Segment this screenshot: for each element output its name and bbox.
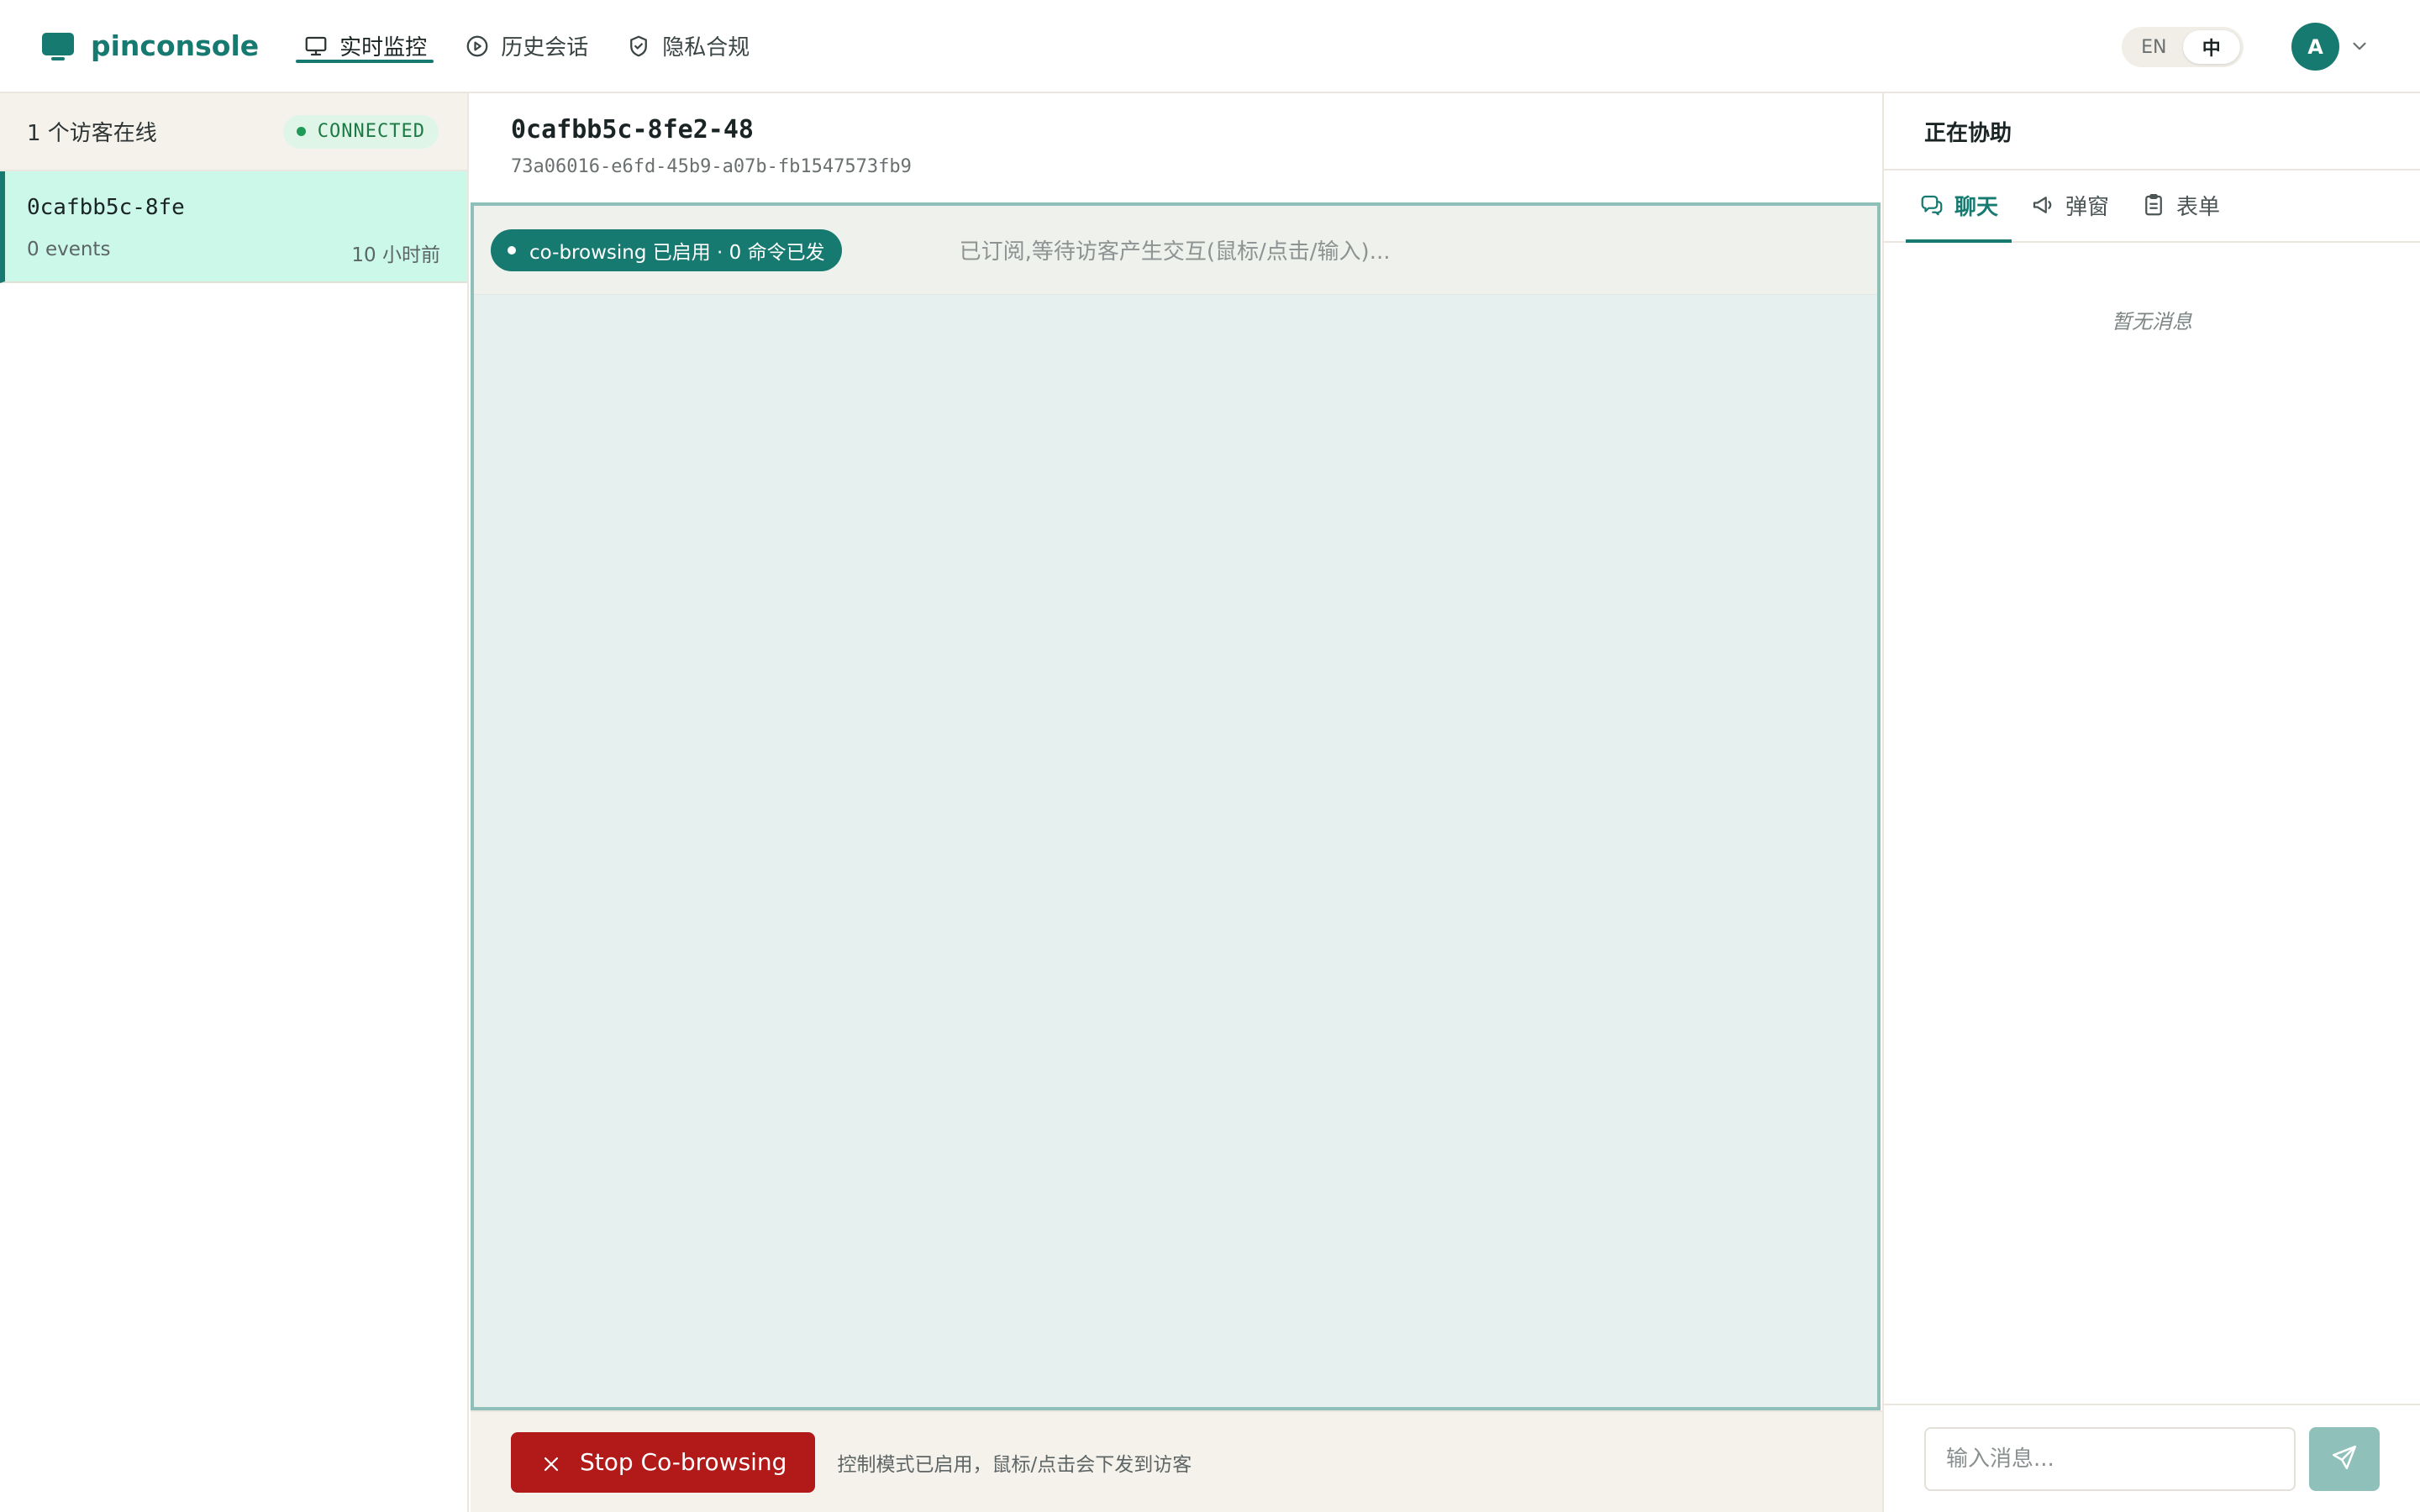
status-dot-icon: [296, 127, 306, 136]
tab-form[interactable]: 表单: [2128, 169, 2233, 241]
replay-viewport[interactable]: co-browsing 已启用 · 0 命令已发 已订阅,等待访客产生交互(鼠标…: [471, 202, 1881, 1410]
brand-name: pinconsole: [91, 29, 260, 62]
stop-cobrowsing-label: Stop Co-browsing: [580, 1448, 787, 1476]
chevron-down-icon[interactable]: [2349, 35, 2370, 57]
viewer-status-text: 已订阅,等待访客产生交互(鼠标/点击/输入)...: [959, 239, 1391, 265]
monitor-icon: [302, 33, 329, 60]
visitor-meta: 0 events 10 小时前: [27, 239, 440, 267]
connection-status-text: CONNECTED: [317, 121, 425, 142]
nav-item-label: 历史会话: [501, 35, 589, 60]
top-bar: pinconsole 实时监控 历史会话 隐私合规 EN 中 A: [0, 0, 2420, 93]
visitor-list-header: 1 个访客在线 CONNECTED: [0, 93, 467, 171]
megaphone-icon: [2030, 192, 2055, 218]
session-header: 0cafbb5c-8fe2-48 73a06016-e6fd-45b9-a07b…: [471, 93, 1882, 202]
tab-label: 表单: [2176, 194, 2221, 220]
chat-bubbles-icon: [1919, 192, 1944, 218]
nav-item-label: 隐私合规: [662, 35, 750, 60]
main-nav: 实时监控 历史会话 隐私合规: [296, 0, 786, 92]
chat-input-row: [1884, 1404, 2420, 1512]
lang-zh-button[interactable]: 中: [2182, 30, 2240, 64]
avatar[interactable]: A: [2291, 23, 2339, 71]
visitor-time: 10 小时前: [351, 244, 440, 266]
nav-item-privacy[interactable]: 隐私合规: [625, 0, 750, 92]
close-icon: [541, 1452, 561, 1473]
visitor-count: 1 个访客在线: [27, 121, 157, 146]
connection-status-badge: CONNECTED: [282, 114, 439, 149]
send-icon: [2330, 1443, 2359, 1475]
assist-tabs: 聊天 弹窗 表单: [1884, 171, 2420, 243]
stop-cobrowsing-button[interactable]: Stop Co-browsing: [511, 1431, 816, 1493]
viewer-status-bar: co-browsing 已启用 · 0 命令已发 已订阅,等待访客产生交互(鼠标…: [474, 206, 1877, 295]
send-message-button[interactable]: [2309, 1426, 2380, 1491]
lang-en-button[interactable]: EN: [2125, 30, 2183, 64]
nav-item-history[interactable]: 历史会话: [464, 0, 588, 92]
visitor-id: 0cafbb5c-8fe: [27, 195, 185, 220]
play-circle-icon: [464, 33, 491, 60]
status-dot-icon: [508, 245, 516, 255]
cobrowsing-status-text: co-browsing 已启用 · 0 命令已发: [529, 241, 825, 264]
session-uuid: 73a06016-e6fd-45b9-a07b-fb1547573fb9: [511, 156, 912, 177]
tab-chat[interactable]: 聊天: [1906, 169, 2012, 243]
session-title: 0cafbb5c-8fe2-48: [511, 115, 754, 144]
assist-title: 正在协助: [1924, 120, 2012, 146]
tab-label: 聊天: [1954, 194, 1999, 220]
visitor-list-panel: 1 个访客在线 CONNECTED 0cafbb5c-8fe 0 events …: [0, 93, 469, 1512]
control-mode-hint: 控制模式已启用，鼠标/点击会下发到访客: [837, 1453, 1192, 1476]
empty-messages-text: 暂无消息: [2112, 310, 2192, 333]
tab-label: 弹窗: [2065, 194, 2110, 220]
control-bar: Stop Co-browsing 控制模式已启用，鼠标/点击会下发到访客: [471, 1410, 1882, 1512]
visitor-list-item[interactable]: 0cafbb5c-8fe 0 events 10 小时前: [0, 171, 467, 283]
clipboard-icon: [2141, 192, 2166, 218]
nav-item-label: 实时监控: [339, 35, 428, 60]
language-toggle: EN 中: [2122, 27, 2244, 67]
cobrowsing-status-pill: co-browsing 已启用 · 0 命令已发: [491, 228, 842, 271]
nav-item-live-monitor[interactable]: 实时监控: [296, 0, 434, 92]
brand[interactable]: pinconsole: [42, 29, 259, 62]
assist-header: 正在协助: [1884, 93, 2420, 171]
tab-popup[interactable]: 弹窗: [2017, 169, 2123, 241]
assist-panel: 正在协助 聊天 弹窗 表单 暂无消息 输入消息...: [1882, 93, 2420, 1512]
visitor-events: 0 events: [27, 239, 111, 260]
shield-check-icon: [625, 33, 652, 60]
session-viewer-panel: 0cafbb5c-8fe2-48 73a06016-e6fd-45b9-a07b…: [471, 93, 1882, 1512]
chat-message-input[interactable]: [1924, 1426, 2296, 1491]
monitor-icon: [42, 32, 74, 60]
